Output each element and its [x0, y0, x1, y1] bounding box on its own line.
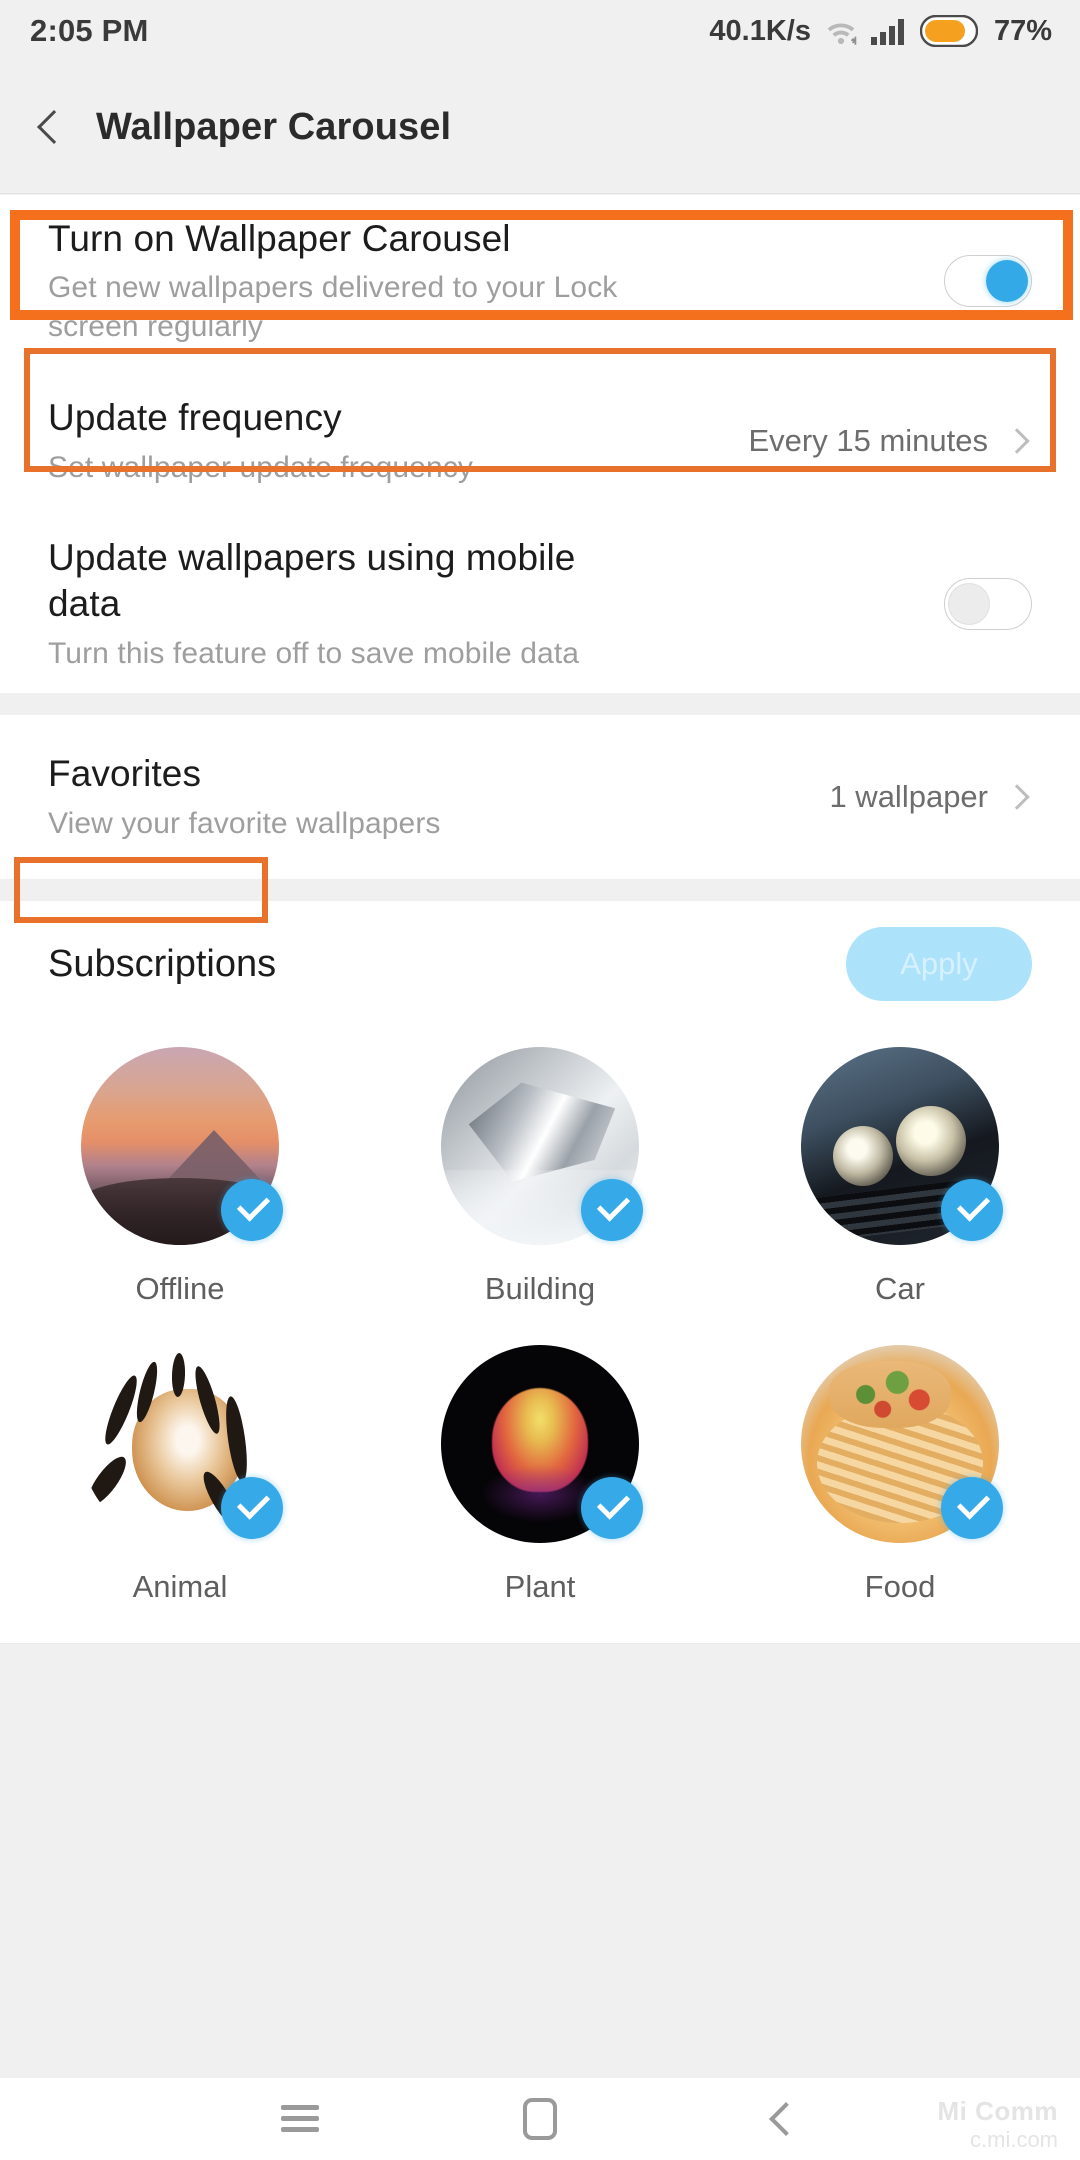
carousel-toggle-switch[interactable]: [944, 255, 1032, 307]
status-icons: 40.1K/s 77%: [709, 15, 1052, 48]
row-mobile-data-title: Update wallpapers using mobile data: [48, 537, 576, 624]
watermark: Mi Comm c.mi.com: [937, 2095, 1059, 2152]
subscription-tile-car[interactable]: Car: [720, 1047, 1080, 1345]
divider: [0, 1643, 1080, 1644]
phone-screen: 2:05 PM 40.1K/s 77% Wallpaper Carousel T…: [0, 0, 1080, 2160]
checkmark-icon: [581, 1477, 643, 1539]
nav-back-button[interactable]: [720, 2078, 840, 2160]
subscriptions-header: Subscriptions Apply: [0, 901, 1080, 1027]
signal-bars-icon: [870, 19, 904, 45]
checkmark-icon: [941, 1477, 1003, 1539]
back-button[interactable]: [0, 62, 96, 194]
row-mobile-data-texts: Update wallpapers using mobile data Turn…: [48, 535, 944, 673]
subscription-label: Animal: [132, 1569, 228, 1604]
page-title: Wallpaper Carousel: [96, 106, 452, 148]
subscription-label: Building: [484, 1271, 596, 1306]
row-turn-on-carousel-title: Turn on Wallpaper Carousel: [48, 217, 511, 259]
nav-home-button[interactable]: [480, 2078, 600, 2160]
subscription-tile-food[interactable]: Food: [720, 1345, 1080, 1643]
row-update-frequency[interactable]: Update frequency Set wallpaper update fr…: [0, 367, 1080, 515]
settings-card-favorites: Favorites View your favorite wallpapers …: [0, 715, 1080, 879]
subscription-tile-animal[interactable]: Animal: [0, 1345, 360, 1643]
apply-button[interactable]: Apply: [846, 927, 1032, 1001]
toggle-knob: [986, 260, 1028, 302]
subscriptions-grid: Offline Building Car Animal Plant Food: [0, 1027, 1080, 1643]
back-icon: [770, 2101, 790, 2137]
status-bar: 2:05 PM 40.1K/s 77%: [0, 0, 1080, 62]
subscription-label: Plant: [504, 1569, 576, 1604]
checkmark-icon: [581, 1179, 643, 1241]
settings-content: Turn on Wallpaper Carousel Get new wallp…: [0, 195, 1080, 2078]
navigation-bar: [0, 2078, 1080, 2160]
menu-icon: [281, 2105, 319, 2133]
back-chevron-icon: [37, 109, 59, 147]
row-update-frequency-title: Update frequency: [48, 397, 342, 439]
subscriptions-card: Subscriptions Apply Offline Building Car…: [0, 901, 1080, 1644]
chevron-right-icon: [1004, 428, 1030, 454]
battery-percent-label: 77%: [993, 14, 1052, 47]
section-gap: [0, 693, 1080, 715]
thumb-wrap: [81, 1345, 283, 1543]
chevron-right-icon: [1004, 784, 1030, 810]
favorites-value: 1 wallpaper: [829, 779, 988, 814]
subscription-tile-building[interactable]: Building: [360, 1047, 720, 1345]
battery-icon: [919, 15, 978, 47]
thumb-wrap: [801, 1345, 1003, 1543]
row-favorites[interactable]: Favorites View your favorite wallpapers …: [0, 715, 1080, 879]
checkmark-icon: [221, 1179, 283, 1241]
row-update-frequency-subtitle: Set wallpaper update frequency: [48, 450, 473, 484]
toggle-knob: [948, 583, 990, 625]
checkmark-icon: [941, 1179, 1003, 1241]
thumb-wrap: [801, 1047, 1003, 1245]
mobile-data-toggle-switch[interactable]: [944, 578, 1032, 630]
subscription-label: Offline: [135, 1271, 225, 1306]
checkmark-icon: [221, 1477, 283, 1539]
home-icon: [523, 2098, 557, 2140]
watermark-line1: Mi Comm: [937, 2095, 1058, 2126]
row-favorites-title: Favorites: [48, 753, 202, 795]
settings-card-main: Turn on Wallpaper Carousel Get new wallp…: [0, 195, 1080, 693]
section-gap: [0, 879, 1080, 901]
row-turn-on-carousel-texts: Turn on Wallpaper Carousel Get new wallp…: [48, 216, 944, 347]
update-frequency-value: Every 15 minutes: [748, 423, 989, 458]
thumb-wrap: [81, 1047, 283, 1245]
subscription-label: Car: [875, 1271, 925, 1306]
subscription-tile-plant[interactable]: Plant: [360, 1345, 720, 1643]
subscriptions-title: Subscriptions: [48, 942, 277, 985]
wifi-icon: [827, 23, 857, 45]
nav-menu-button[interactable]: [240, 2078, 360, 2160]
watermark-line2: c.mi.com: [970, 2126, 1058, 2152]
network-speed-label: 40.1K/s: [709, 14, 811, 47]
thumb-wrap: [441, 1047, 643, 1245]
subscription-label: Food: [864, 1569, 936, 1604]
row-turn-on-carousel-subtitle: Get new wallpapers delivered to your Loc…: [48, 271, 618, 344]
row-mobile-data-subtitle: Turn this feature off to save mobile dat…: [48, 636, 580, 670]
row-turn-on-carousel[interactable]: Turn on Wallpaper Carousel Get new wallp…: [0, 195, 1080, 367]
row-favorites-texts: Favorites View your favorite wallpapers: [48, 751, 829, 843]
row-mobile-data[interactable]: Update wallpapers using mobile data Turn…: [0, 515, 1080, 693]
subscription-tile-offline[interactable]: Offline: [0, 1047, 360, 1345]
app-bar: Wallpaper Carousel: [0, 62, 1080, 194]
tiger-stripe: [81, 1451, 132, 1511]
status-clock: 2:05 PM: [30, 13, 149, 48]
thumb-wrap: [441, 1345, 643, 1543]
row-update-frequency-texts: Update frequency Set wallpaper update fr…: [48, 395, 749, 487]
row-favorites-subtitle: View your favorite wallpapers: [48, 806, 441, 840]
